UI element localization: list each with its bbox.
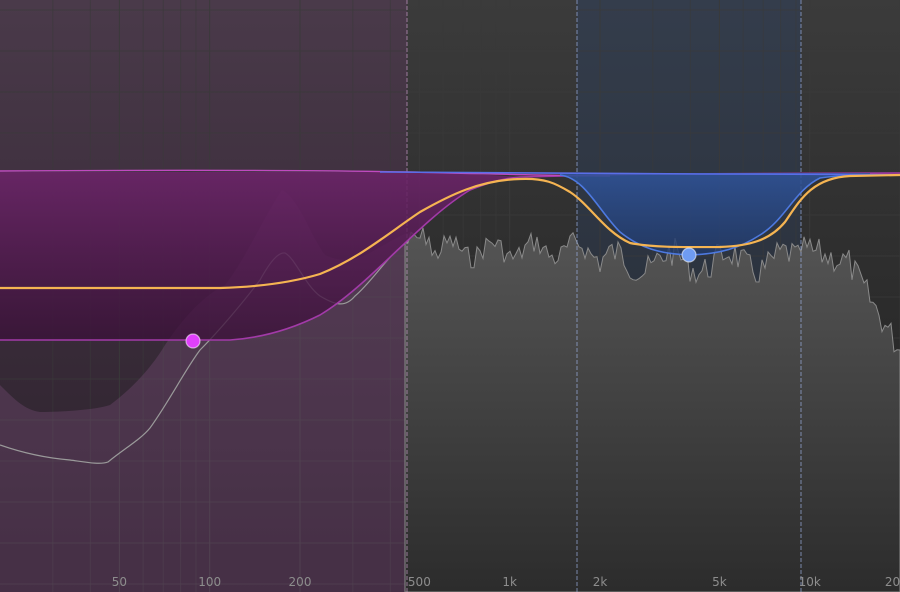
frequency-tick-label: 1k bbox=[502, 575, 517, 589]
frequency-tick-label: 500 bbox=[408, 575, 431, 589]
frequency-tick-label: 2k bbox=[593, 575, 608, 589]
eq-display[interactable]: 50 100 200 500 1k 2k 5k 10k 20k bbox=[0, 0, 900, 592]
spectrum-main bbox=[404, 227, 900, 592]
frequency-tick-label: 10k bbox=[799, 575, 821, 589]
band-1-handle[interactable] bbox=[185, 333, 201, 349]
frequency-tick-label: 50 bbox=[112, 575, 127, 589]
band-2-handle[interactable] bbox=[681, 247, 697, 263]
frequency-tick-label: 20k bbox=[885, 575, 900, 589]
frequency-tick-label: 100 bbox=[198, 575, 221, 589]
frequency-tick-label: 5k bbox=[712, 575, 727, 589]
frequency-tick-label: 200 bbox=[289, 575, 312, 589]
